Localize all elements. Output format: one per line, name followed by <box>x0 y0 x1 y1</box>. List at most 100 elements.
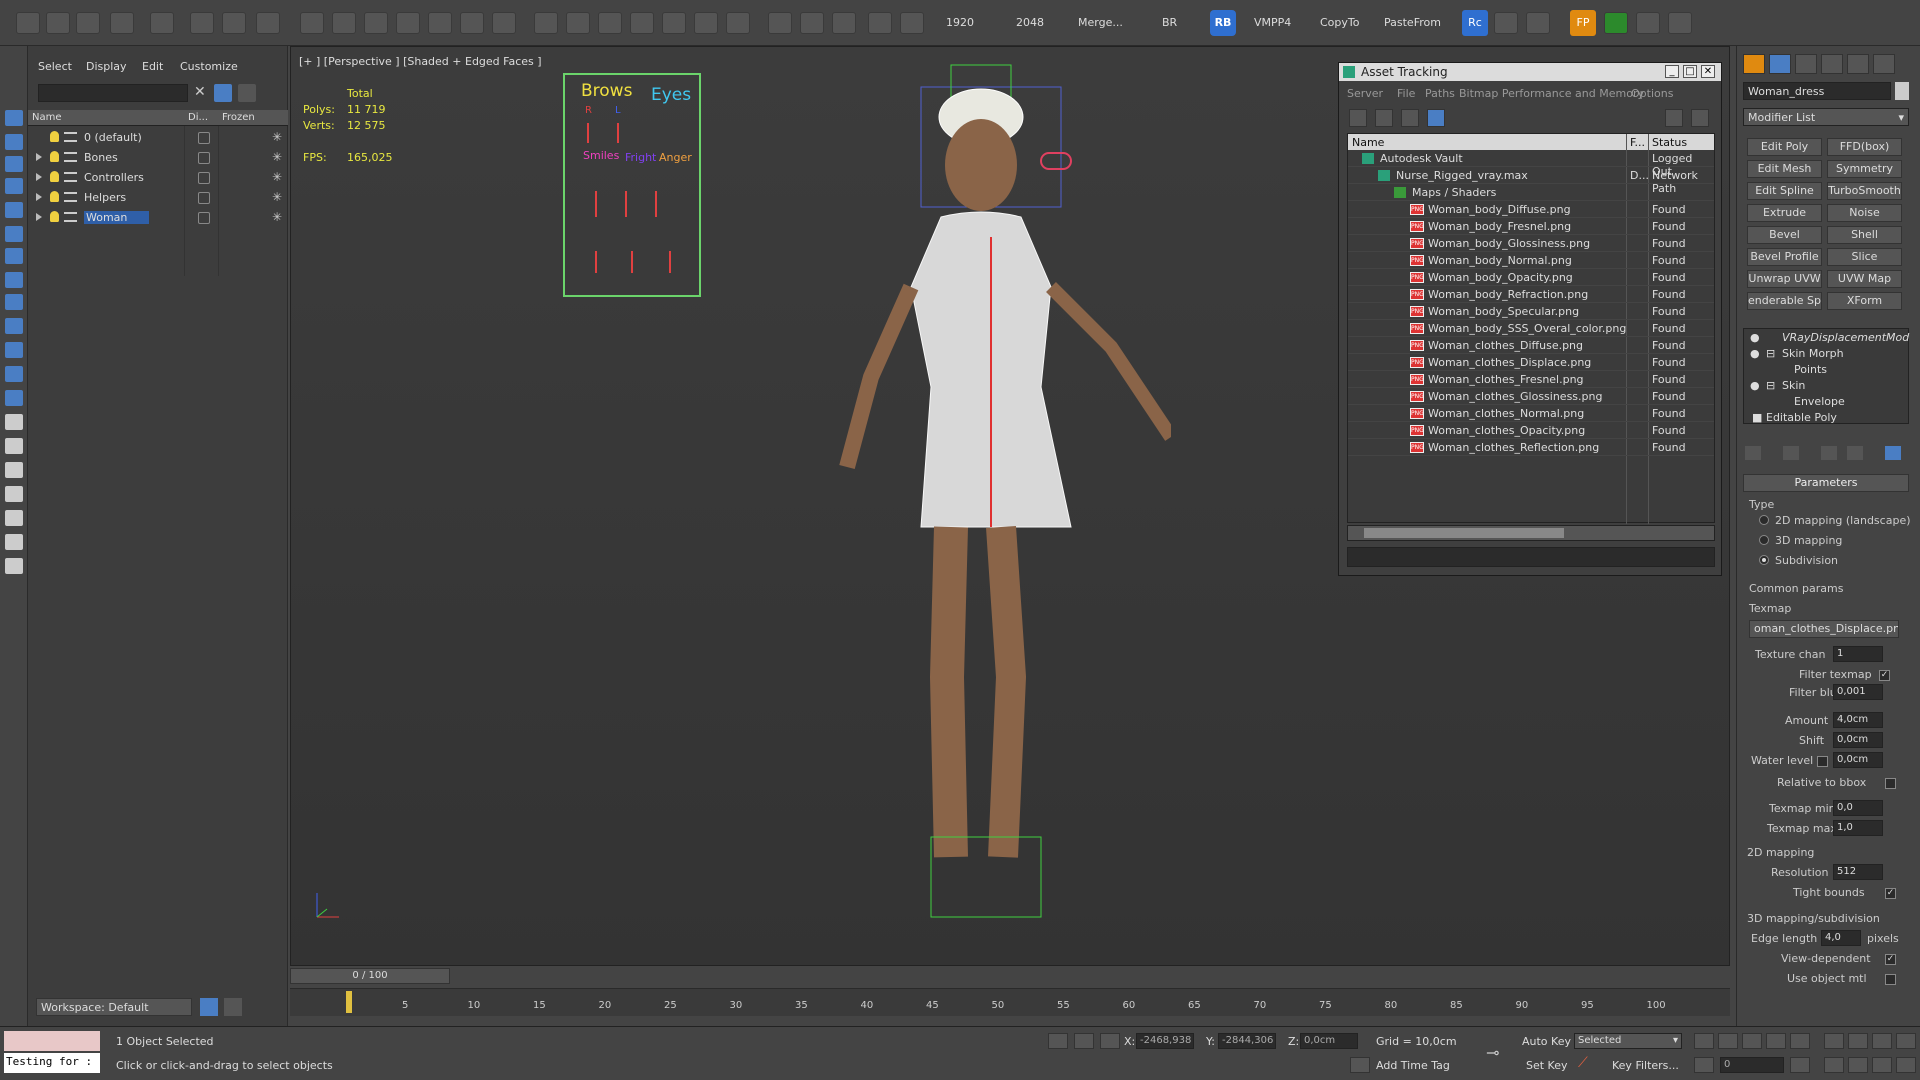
wrench-icon[interactable] <box>1494 12 1518 34</box>
help-icon[interactable] <box>868 12 892 34</box>
time-slider[interactable]: 0 / 100 <box>290 968 450 984</box>
dog-icon[interactable] <box>694 12 718 34</box>
expand-icon[interactable]: ⊟ <box>1766 347 1775 360</box>
layer-row[interactable]: Controllers ✳ <box>28 168 288 188</box>
layer-tools-icon[interactable] <box>238 84 256 102</box>
key-icon[interactable]: ⊸ <box>1486 1043 1516 1062</box>
col-frozen[interactable]: Frozen <box>222 112 255 123</box>
layer-row-selected[interactable]: Woman ✳ <box>28 208 288 228</box>
menu-select[interactable]: Select <box>38 60 72 73</box>
filter-blur-spinner[interactable]: 0,001 <box>1833 684 1883 700</box>
xform-button[interactable]: XForm <box>1827 292 1902 310</box>
auto-key-button[interactable]: Auto Key <box>1522 1035 1571 1048</box>
frozen-icon[interactable]: ✳ <box>272 210 282 224</box>
time-cursor[interactable] <box>346 991 352 1013</box>
strip-icon-5[interactable] <box>5 202 23 218</box>
parameters-rollout[interactable]: Parameters <box>1743 474 1909 492</box>
col-display[interactable]: Di... <box>188 112 208 123</box>
make-unique-icon[interactable] <box>1821 446 1837 460</box>
object-color-swatch[interactable] <box>1895 82 1909 100</box>
layer-row[interactable]: 0 (default) ✳ <box>28 128 288 148</box>
light-icon[interactable] <box>50 211 59 222</box>
maxscript-listener-pink[interactable] <box>4 1031 100 1051</box>
character-mesh[interactable] <box>839 64 1171 918</box>
asset-titlebar[interactable]: Asset Tracking _ □ ✕ <box>1339 63 1721 81</box>
radio-2d-landscape[interactable] <box>1759 515 1769 525</box>
layer-row[interactable]: Helpers ✳ <box>28 188 288 208</box>
previous-frame-icon[interactable] <box>1718 1033 1738 1049</box>
asset-row[interactable]: PNG Woman_clothes_Fresnel.png Found <box>1348 371 1714 388</box>
refresh-icon[interactable] <box>1349 109 1367 127</box>
edit-poly-button[interactable]: Edit Poly <box>1747 138 1822 156</box>
asset-row[interactable]: Maps / Shaders <box>1348 184 1714 201</box>
stack-item-points[interactable]: Points <box>1794 363 1827 376</box>
texmap-max-spinner[interactable]: 1,0 <box>1833 820 1883 836</box>
horizontal-scrollbar[interactable] <box>1347 525 1715 541</box>
strip-icon-17[interactable] <box>5 486 23 502</box>
create-tab-icon[interactable] <box>1743 54 1765 74</box>
slider-handle[interactable] <box>595 251 597 273</box>
go-to-start-icon[interactable] <box>1694 1033 1714 1049</box>
add-time-tag[interactable]: Add Time Tag <box>1376 1059 1450 1072</box>
strip-icon-7[interactable] <box>5 248 23 264</box>
stack-item-editable-poly[interactable]: Editable Poly <box>1766 411 1837 424</box>
sphere-icon[interactable] <box>332 12 356 34</box>
object-name-field[interactable]: Woman_dress <box>1743 82 1891 100</box>
search-input[interactable] <box>38 84 188 102</box>
frozen-icon[interactable]: ✳ <box>272 130 282 144</box>
absolute-mode-icon[interactable] <box>1100 1033 1120 1049</box>
asset-row[interactable]: PNG Woman_body_SSS_Overal_color.png Found <box>1348 320 1714 337</box>
track-bar[interactable] <box>290 988 1730 1016</box>
cylinder-icon[interactable] <box>364 12 388 34</box>
water-level-checkbox[interactable] <box>1817 756 1828 767</box>
detail-icon[interactable] <box>1401 109 1419 127</box>
menu-file[interactable]: File <box>1397 87 1415 100</box>
menu-edit[interactable]: Edit <box>142 60 163 73</box>
configure-icon[interactable] <box>1885 446 1901 460</box>
key-mode-toggle-icon[interactable] <box>1694 1057 1714 1073</box>
timeline[interactable]: 0 / 100 5 10 15 20 25 30 35 40 45 50 55 60 65 70 75 80 8… <box>290 966 1730 1026</box>
set-key-button[interactable]: Set Key <box>1526 1059 1568 1072</box>
remove-modifier-icon[interactable] <box>1847 446 1863 460</box>
next-frame-icon[interactable] <box>1766 1033 1786 1049</box>
asset-tracking-window[interactable]: Asset Tracking _ □ ✕ Server File Paths B… <box>1338 62 1722 576</box>
grid-icon[interactable] <box>1668 12 1692 34</box>
fov-icon[interactable] <box>1824 1057 1844 1073</box>
asset-row[interactable]: PNG Woman_body_Specular.png Found <box>1348 303 1714 320</box>
frozen-icon[interactable]: ✳ <box>272 170 282 184</box>
asset-row[interactable]: PNG Woman_clothes_Displace.png Found <box>1348 354 1714 371</box>
selection-set-dropdown[interactable]: Selected ▾ <box>1574 1033 1682 1049</box>
uvw-map-button[interactable]: UVW Map <box>1827 270 1902 288</box>
strip-icon-16[interactable] <box>5 462 23 478</box>
menu-server[interactable]: Server <box>1347 87 1383 100</box>
table-icon[interactable] <box>1526 12 1550 34</box>
lock-icon[interactable] <box>1074 1033 1094 1049</box>
display-icon[interactable] <box>198 172 210 184</box>
expand-icon[interactable] <box>36 153 42 161</box>
asset-row[interactable]: PNG Woman_clothes_Diffuse.png Found <box>1348 337 1714 354</box>
modify-tab-icon[interactable] <box>1769 54 1791 74</box>
minimize-button[interactable]: _ <box>1665 65 1679 78</box>
maximize-viewport-icon[interactable] <box>1896 1057 1916 1073</box>
current-frame-field[interactable]: 0 <box>1720 1057 1784 1073</box>
col-name[interactable]: Name <box>32 112 62 123</box>
region-icon[interactable] <box>256 12 280 34</box>
asset-row[interactable]: PNG Woman_body_Refraction.png Found <box>1348 286 1714 303</box>
strip-icon-12[interactable] <box>5 366 23 382</box>
maximize-button[interactable]: □ <box>1683 65 1697 78</box>
strip-icon-13[interactable] <box>5 390 23 406</box>
radio-subdivision[interactable] <box>1759 555 1769 565</box>
molecule-icon[interactable] <box>566 12 590 34</box>
texmap-min-spinner[interactable]: 0,0 <box>1833 800 1883 816</box>
asset-row[interactable]: PNG Woman_body_Glossiness.png Found <box>1348 235 1714 252</box>
asset-row[interactable]: PNG Woman_clothes_Glossiness.png Found <box>1348 388 1714 405</box>
asset-row[interactable]: PNG Woman_body_Opacity.png Found <box>1348 269 1714 286</box>
undo-icon[interactable] <box>16 12 40 34</box>
toolbar-btn-vmpp4[interactable]: VMPP4 <box>1254 16 1291 29</box>
stack-item-envelope[interactable]: Envelope <box>1794 395 1845 408</box>
zoom-all-icon[interactable] <box>1848 1033 1868 1049</box>
col-status[interactable]: Status <box>1652 136 1687 149</box>
viewport-label[interactable]: [+ ] [Perspective ] [Shaded + Edged Face… <box>299 55 542 68</box>
display-icon[interactable] <box>198 152 210 164</box>
light-icon[interactable] <box>50 191 59 202</box>
